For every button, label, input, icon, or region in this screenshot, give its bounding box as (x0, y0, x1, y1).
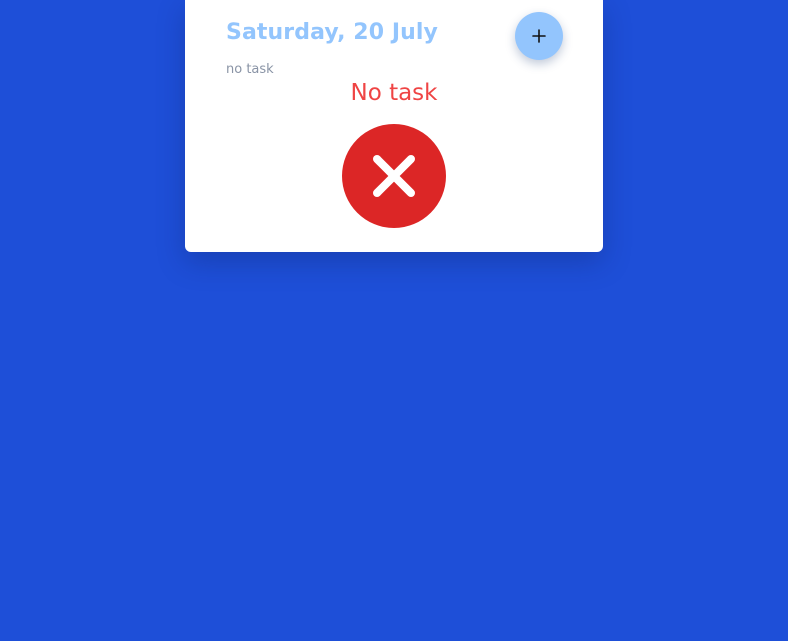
no-task-message: No task (350, 80, 438, 106)
task-count-text: no task (226, 62, 274, 77)
close-circle-icon (342, 124, 446, 228)
close-icon (373, 155, 415, 197)
plus-icon (532, 29, 546, 43)
date-title: Saturday, 20 July (226, 20, 438, 45)
add-task-button[interactable] (515, 12, 563, 60)
task-card: Saturday, 20 July no task No task (185, 0, 603, 252)
